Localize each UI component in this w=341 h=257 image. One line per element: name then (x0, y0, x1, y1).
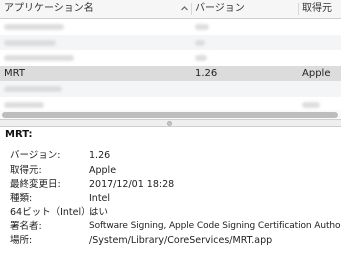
detail-label: 64ビット（Intel）: (10, 207, 94, 218)
table-row[interactable] (0, 81, 341, 97)
table-row[interactable] (0, 34, 341, 50)
detail-row-signed-by: 署名者: Software Signing, Apple Code Signin… (0, 220, 341, 233)
detail-row-location: 場所: /System/Library/CoreServices/MRT.app (0, 234, 341, 247)
detail-value: Software Signing, Apple Code Signing Cer… (89, 221, 341, 231)
split-view-divider[interactable] (0, 119, 341, 127)
applications-table: アプリケーション名 バージョン 取得元 MRT 1.26 Apple (0, 0, 341, 119)
detail-label: 署名者: (10, 221, 42, 232)
table-row[interactable] (0, 19, 341, 35)
table-row[interactable] (0, 50, 341, 66)
obscured-text (4, 39, 56, 46)
detail-label: 最終変更日: (10, 179, 61, 190)
column-header-source[interactable]: 取得元 (302, 0, 332, 18)
detail-row-64bit: 64ビット（Intel）: はい (0, 206, 341, 219)
detail-row-last-modified: 最終変更日: 2017/12/01 18:28 (0, 178, 341, 191)
detail-label: 場所: (10, 235, 33, 246)
detail-row-kind: 種類: Intel (0, 192, 341, 205)
detail-row-source: 取得元: Apple (0, 164, 341, 177)
column-separator[interactable] (298, 3, 299, 15)
detail-value: 2017/12/01 18:28 (89, 179, 175, 190)
obscured-text (302, 101, 320, 108)
row-app-source: Apple (302, 67, 331, 79)
detail-label: 取得元: (10, 165, 42, 176)
obscured-text (4, 24, 64, 30)
column-header-version[interactable]: バージョン (195, 0, 245, 18)
detail-value: はい (89, 207, 109, 218)
detail-value: Apple (89, 165, 117, 176)
horizontal-scrollbar-thumb[interactable] (2, 112, 338, 118)
detail-label: 種類: (10, 193, 33, 204)
detail-label: バージョン: (10, 150, 61, 161)
sort-ascending-icon[interactable] (180, 4, 189, 13)
detail-value: Intel (89, 193, 111, 204)
obscured-text (195, 55, 207, 61)
row-app-name: MRT (4, 67, 25, 79)
detail-value: 1.26 (89, 150, 111, 161)
column-header-name[interactable]: アプリケーション名 (4, 0, 94, 18)
detail-row-version: バージョン: 1.26 (0, 149, 341, 162)
detail-value: /System/Library/CoreServices/MRT.app (89, 235, 273, 246)
details-title: MRT: (5, 129, 33, 140)
table-header: アプリケーション名 バージョン 取得元 (0, 0, 341, 19)
obscured-text (195, 39, 205, 46)
obscured-text (4, 55, 74, 61)
details-pane: MRT: バージョン: 1.26 取得元: Apple 最終変更日: 2017/… (0, 127, 341, 257)
divider-handle-icon[interactable] (167, 121, 172, 126)
system-information-window: アプリケーション名 バージョン 取得元 MRT 1.26 Apple MRT: … (0, 0, 341, 257)
obscured-text (4, 101, 44, 108)
table-row-selected[interactable]: MRT 1.26 Apple (0, 65, 341, 81)
table-body: MRT 1.26 Apple (0, 19, 341, 112)
obscured-text (4, 86, 62, 92)
column-separator[interactable] (191, 3, 192, 15)
obscured-text (195, 24, 209, 30)
row-app-version: 1.26 (195, 67, 218, 79)
